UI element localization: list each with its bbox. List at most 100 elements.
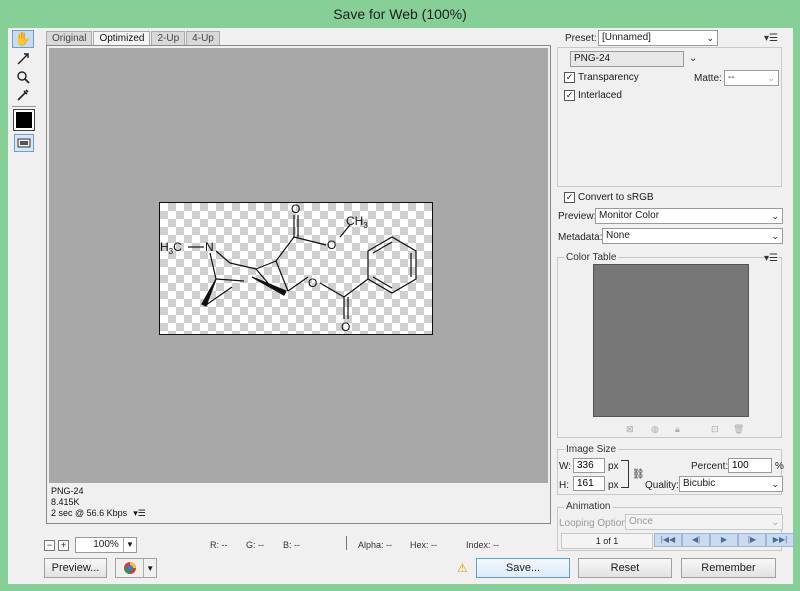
color-table-menu-icon[interactable]: ▾☰: [764, 253, 778, 264]
preview-color-value: Monitor Color: [599, 210, 660, 221]
interlaced-label: Interlaced: [578, 90, 622, 101]
width-unit: px: [608, 461, 619, 472]
remember-button[interactable]: Remember: [681, 558, 776, 578]
readout-hex: Hex: --: [410, 540, 437, 550]
constrain-proportions-bracket: [621, 460, 629, 488]
next-frame-icon[interactable]: |▶: [738, 533, 766, 547]
reset-button[interactable]: Reset: [578, 558, 672, 578]
chevron-down-icon: ▼: [123, 538, 136, 552]
file-format-select[interactable]: PNG-24: [570, 51, 684, 67]
matte-label: Matte:: [694, 73, 722, 84]
optimization-info: PNG-24 8.415K 2 sec @ 56.6 Kbps ▾☰: [51, 486, 146, 519]
zoom-level-select[interactable]: 100% ▼: [75, 537, 137, 553]
last-frame-icon[interactable]: ▶▶|: [766, 533, 794, 547]
color-table-title: Color Table: [564, 252, 619, 263]
readout-g: G: --: [246, 540, 264, 550]
zoom-out-button[interactable]: −: [44, 539, 55, 551]
width-label: W:: [559, 461, 572, 472]
check-icon: ✓: [564, 90, 575, 101]
percent-input[interactable]: [728, 458, 772, 473]
looping-label: Looping Options:: [559, 518, 635, 529]
preset-value: [Unnamed]: [602, 32, 651, 43]
looping-select[interactable]: Once ⌄: [625, 514, 783, 530]
tab-2-up[interactable]: 2-Up: [151, 31, 186, 45]
view-tabs: Original Optimized 2-Up 4-Up: [46, 31, 221, 45]
height-label: H:: [559, 480, 569, 491]
chevron-down-icon: ⌄: [771, 517, 779, 527]
window-title: Save for Web (100%): [333, 6, 467, 22]
preview-in-browser-button[interactable]: Preview...: [44, 558, 107, 578]
play-icon[interactable]: ▶: [710, 533, 738, 547]
readout-index: Index: --: [466, 540, 500, 550]
info-size: 8.415K: [51, 497, 80, 507]
convert-srgb-checkbox[interactable]: ✓ Convert to sRGB: [564, 192, 654, 203]
delete-color-icon[interactable]: 🗑︎: [733, 424, 744, 435]
tab-4-up[interactable]: 4-Up: [186, 31, 220, 45]
svg-text:N: N: [205, 240, 214, 254]
check-icon: ✓: [564, 192, 575, 203]
slice-select-tool-icon[interactable]: [12, 50, 34, 68]
zoom-tool-icon[interactable]: [12, 68, 34, 86]
optimize-menu-icon[interactable]: ▾☰: [764, 33, 778, 44]
zoom-controls: − + 100% ▼: [44, 537, 137, 553]
transparency-checkbox[interactable]: ✓ Transparency: [564, 72, 639, 83]
matte-select[interactable]: -- ⌄: [724, 70, 779, 86]
quality-value: Bicubic: [683, 478, 716, 489]
optimized-image: H3C N O O O O CH3: [159, 202, 433, 335]
image-size-title: Image Size: [564, 444, 619, 455]
quality-select[interactable]: Bicubic ⌄: [679, 476, 783, 492]
browser-icon: [116, 559, 143, 577]
file-format-value: PNG-24: [574, 53, 611, 64]
chevron-down-icon: ⌄: [771, 479, 779, 489]
chevron-down-icon: ⌄: [767, 73, 775, 83]
previous-frame-icon[interactable]: ◀|: [682, 533, 710, 547]
new-color-icon[interactable]: ⊡: [711, 424, 719, 435]
image-preview-canvas[interactable]: H3C N O O O O CH3: [49, 48, 548, 483]
preview-color-select[interactable]: Monitor Color ⌄: [595, 208, 783, 224]
dialog-client-area: ✋ Original Optimized 2-Up 4-Up H3C N O O…: [8, 28, 794, 584]
interlaced-checkbox[interactable]: ✓ Interlaced: [564, 90, 622, 101]
chevron-down-icon: ⌄: [706, 33, 714, 43]
speed-menu-icon[interactable]: ▾☰: [133, 508, 146, 518]
width-input[interactable]: [573, 458, 605, 473]
readout-alpha: Alpha: --: [358, 540, 393, 550]
hand-tool-icon[interactable]: ✋: [12, 30, 34, 48]
toolbox-divider: [12, 106, 36, 107]
toggle-slices-visibility-icon[interactable]: [14, 134, 34, 152]
check-icon: ✓: [564, 72, 575, 83]
svg-text:O: O: [327, 238, 336, 252]
metadata-select[interactable]: None ⌄: [602, 228, 783, 244]
molecule-structure: H3C N O O O O CH3: [160, 202, 417, 334]
tab-original[interactable]: Original: [46, 31, 93, 45]
chevron-down-icon: ⌄: [771, 231, 779, 241]
tab-optimized[interactable]: Optimized: [93, 31, 151, 45]
animation-controls: |◀◀ ◀| ▶ |▶ ▶▶|: [654, 533, 794, 547]
height-unit: px: [608, 480, 619, 491]
color-table-swatches[interactable]: [593, 264, 749, 417]
matte-value: --: [728, 72, 735, 83]
zoom-in-button[interactable]: +: [58, 539, 69, 551]
link-chain-icon[interactable]: ⛓: [632, 469, 645, 480]
save-button[interactable]: Save...: [476, 558, 570, 578]
chevron-down-icon[interactable]: ⌄: [689, 53, 697, 64]
preset-select[interactable]: [Unnamed] ⌄: [598, 30, 718, 46]
browser-select[interactable]: ▼: [115, 558, 157, 578]
first-frame-icon[interactable]: |◀◀: [654, 533, 682, 547]
chevron-down-icon: ▼: [143, 559, 156, 577]
eyedropper-color-swatch[interactable]: [13, 109, 35, 131]
info-download-speed: 2 sec @ 56.6 Kbps: [51, 508, 128, 518]
convert-srgb-label: Convert to sRGB: [578, 192, 654, 203]
lock-color-icon[interactable]: 🔒︎: [675, 424, 680, 435]
image-preview-frame: H3C N O O O O CH3 PNG-24 8.415K 2 sec @ …: [46, 45, 551, 524]
web-shift-icon[interactable]: ◍: [651, 424, 659, 435]
height-input[interactable]: [573, 476, 605, 491]
metadata-value: None: [606, 230, 630, 241]
format-settings-group: [557, 47, 782, 187]
map-to-transparent-icon[interactable]: ⊠: [626, 424, 634, 435]
animation-title: Animation: [564, 501, 613, 512]
chevron-down-icon: ⌄: [771, 211, 779, 221]
svg-text:O: O: [308, 276, 317, 290]
transparency-label: Transparency: [578, 72, 639, 83]
eyedropper-tool-icon[interactable]: [12, 86, 34, 104]
percent-unit: %: [775, 461, 784, 472]
